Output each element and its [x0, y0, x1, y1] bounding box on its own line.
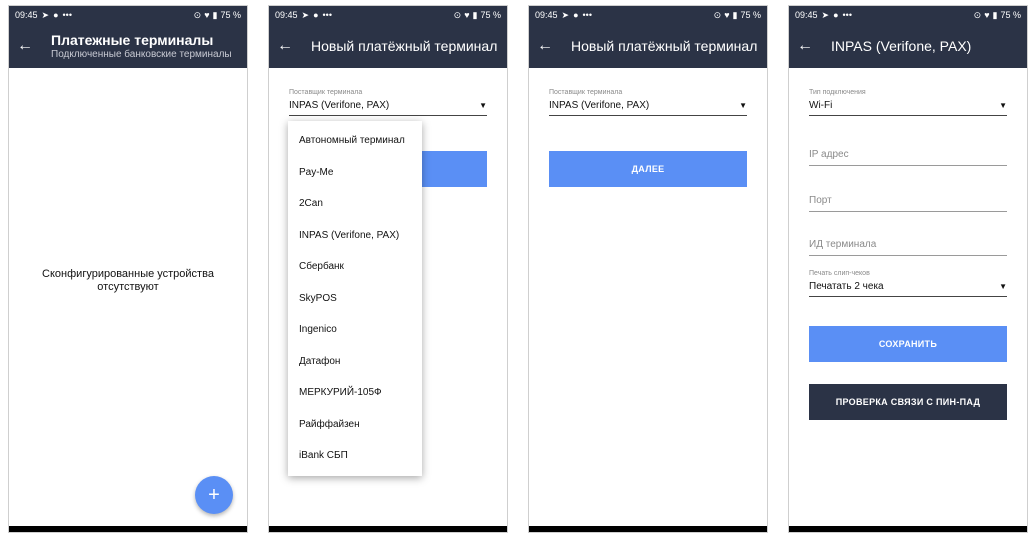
status-time: 09:45 [795, 10, 818, 20]
dropdown-option[interactable]: SkyPOS [288, 283, 422, 315]
app-bar: ← Новый платёжный терминал [269, 24, 507, 68]
provider-select[interactable]: INPAS (Verifone, PAX) ▼ [289, 100, 487, 116]
more-icon: ••• [62, 10, 72, 20]
dropdown-option[interactable]: Сбербанк [288, 251, 422, 283]
status-time: 09:45 [535, 10, 558, 20]
dropdown-option[interactable]: Райффайзен [288, 409, 422, 441]
more-icon: ••• [322, 10, 332, 20]
app-icon: ● [833, 10, 839, 20]
provider-value: INPAS (Verifone, PAX) [289, 100, 390, 111]
status-bar: 09:45 ➤ ● ••• ⊙ ♥ ▮ 75 % [529, 6, 767, 24]
caret-down-icon: ▼ [479, 101, 487, 110]
empty-state-message: Сконфигурированные устройства отсутствую… [42, 268, 214, 293]
app-bar: ← Платежные терминалы Подключенные банко… [9, 24, 247, 68]
battery-icon: ▮ [212, 9, 218, 20]
battery-level: 75 % [480, 10, 501, 20]
dropdown-option[interactable]: 2Can [288, 188, 422, 220]
back-arrow-icon[interactable]: ← [537, 38, 559, 54]
status-bar: 09:45 ➤ ● ••• ⊙ ♥ ▮ 75 % [269, 6, 507, 24]
provider-label: Поставщик терминала [289, 89, 363, 96]
caret-down-icon: ▼ [999, 282, 1007, 291]
back-arrow-icon[interactable]: ← [17, 38, 39, 54]
receipt-print-label: Печать слип-чеков [809, 270, 870, 277]
receipt-print-field[interactable]: Печать слип-чеков Печатать 2 чека ▼ [809, 270, 1007, 297]
battery-level: 75 % [220, 10, 241, 20]
next-button[interactable]: ДАЛЕЕ [549, 151, 747, 187]
sync-icon: ⊙ [453, 9, 462, 20]
save-button[interactable]: СОХРАНИТЬ [809, 326, 1007, 362]
caret-down-icon: ▼ [999, 101, 1007, 110]
battery-icon: ▮ [992, 9, 998, 20]
connection-type-value: Wi-Fi [809, 100, 833, 111]
status-bar: 09:45 ➤ ● ••• ⊙ ♥ ▮ 75 % [789, 6, 1027, 24]
status-time: 09:45 [15, 10, 38, 20]
dropdown-option[interactable]: iBank СБП [288, 440, 422, 472]
provider-field[interactable]: Поставщик терминала INPAS (Verifone, PAX… [549, 89, 747, 116]
status-time: 09:45 [275, 10, 298, 20]
caret-down-icon: ▼ [739, 101, 747, 110]
ip-address-input[interactable]: IP адрес [809, 149, 1007, 166]
dropdown-option[interactable]: Датафон [288, 346, 422, 378]
app-bar: ← Новый платёжный терминал [529, 24, 767, 68]
wifi-icon: ♥ [464, 10, 470, 20]
add-terminal-button[interactable]: + [195, 476, 233, 514]
page-title: Платежные терминалы [51, 32, 214, 48]
page-title: Новый платёжный терминал [311, 38, 498, 54]
sync-icon: ⊙ [973, 9, 982, 20]
navigation-icon: ➤ [301, 9, 310, 20]
dropdown-option[interactable]: INPAS (Verifone, PAX) [288, 220, 422, 252]
check-pinpad-button[interactable]: ПРОВЕРКА СВЯЗИ С ПИН-ПАД [809, 384, 1007, 420]
sync-icon: ⊙ [713, 9, 722, 20]
port-input[interactable]: Порт [809, 195, 1007, 212]
dropdown-option[interactable]: МЕРКУРИЙ-105Ф [288, 377, 422, 409]
navigation-icon: ➤ [561, 9, 570, 20]
wifi-icon: ♥ [204, 10, 210, 20]
screen-new-terminal-dropdown: 09:45 ➤ ● ••• ⊙ ♥ ▮ 75 % ← Новый платёжн… [268, 5, 508, 533]
more-icon: ••• [842, 10, 852, 20]
connection-type-label: Тип подключения [809, 89, 866, 96]
page-title: Новый платёжный терминал [571, 38, 758, 54]
navigation-icon: ➤ [41, 9, 50, 20]
provider-select[interactable]: INPAS (Verifone, PAX) ▼ [549, 100, 747, 116]
dropdown-option[interactable]: Автономный терминал [288, 125, 422, 157]
navigation-icon: ➤ [821, 9, 830, 20]
receipt-print-select[interactable]: Печатать 2 чека ▼ [809, 281, 1007, 297]
screen-inpas-settings: 09:45 ➤ ● ••• ⊙ ♥ ▮ 75 % ← INPAS (Verifo… [788, 5, 1028, 533]
app-icon: ● [53, 10, 59, 20]
app-bar: ← INPAS (Verifone, PAX) [789, 24, 1027, 68]
battery-icon: ▮ [732, 9, 738, 20]
more-icon: ••• [582, 10, 592, 20]
sync-icon: ⊙ [193, 9, 202, 20]
connection-type-select[interactable]: Wi-Fi ▼ [809, 100, 1007, 116]
screen-new-terminal: 09:45 ➤ ● ••• ⊙ ♥ ▮ 75 % ← Новый платёжн… [528, 5, 768, 533]
battery-level: 75 % [740, 10, 761, 20]
provider-value: INPAS (Verifone, PAX) [549, 100, 650, 111]
battery-icon: ▮ [472, 9, 478, 20]
navigation-bar [529, 526, 767, 532]
plus-icon: + [208, 483, 220, 506]
receipt-print-value: Печатать 2 чека [809, 281, 884, 292]
terminal-id-input[interactable]: ИД терминала [809, 239, 1007, 256]
status-bar: 09:45 ➤ ● ••• ⊙ ♥ ▮ 75 % [9, 6, 247, 24]
dropdown-option[interactable]: Ingenico [288, 314, 422, 346]
app-icon: ● [313, 10, 319, 20]
navigation-bar [9, 526, 247, 532]
back-arrow-icon[interactable]: ← [277, 38, 299, 54]
wifi-icon: ♥ [724, 10, 730, 20]
wifi-icon: ♥ [984, 10, 990, 20]
navigation-bar [789, 526, 1027, 532]
page-subtitle: Подключенные банковские терминалы [51, 49, 232, 60]
navigation-bar [269, 526, 507, 532]
app-icon: ● [573, 10, 579, 20]
connection-type-field[interactable]: Тип подключения Wi-Fi ▼ [809, 89, 1007, 116]
page-title: INPAS (Verifone, PAX) [831, 38, 972, 54]
back-arrow-icon[interactable]: ← [797, 38, 819, 54]
provider-dropdown-menu: Автономный терминал Pay-Me 2Can INPAS (V… [288, 121, 422, 476]
provider-label: Поставщик терминала [549, 89, 623, 96]
provider-field[interactable]: Поставщик терминала INPAS (Verifone, PAX… [289, 89, 487, 116]
screen-terminals-list: 09:45 ➤ ● ••• ⊙ ♥ ▮ 75 % ← Платежные тер… [8, 5, 248, 533]
battery-level: 75 % [1000, 10, 1021, 20]
dropdown-option[interactable]: Pay-Me [288, 157, 422, 189]
